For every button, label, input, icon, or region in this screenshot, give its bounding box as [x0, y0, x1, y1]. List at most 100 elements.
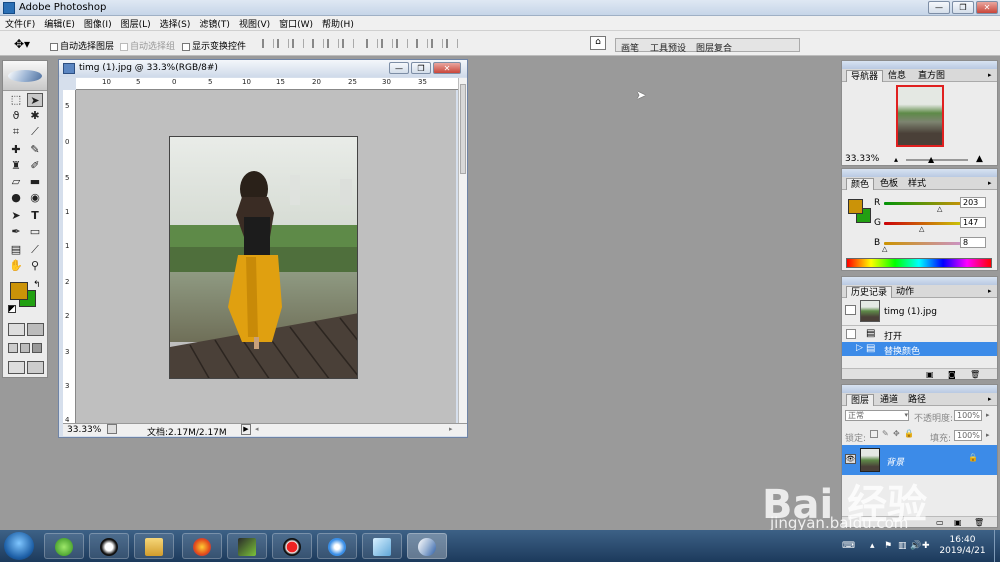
photo-image[interactable] — [169, 136, 358, 379]
distribute-bottom-icon[interactable] — [396, 39, 408, 48]
auto-select-layer-checkbox[interactable] — [50, 42, 58, 51]
panel-menu-arrow-icon[interactable]: ▸ — [988, 395, 992, 403]
gradient-tool-icon[interactable]: ▬ — [27, 175, 43, 189]
doc-minimize-button[interactable]: — — [389, 62, 409, 74]
quick-mask-mode-icon[interactable] — [27, 323, 44, 336]
default-colors-icon[interactable] — [8, 305, 16, 313]
tab-navigator[interactable]: 导航器 — [846, 70, 884, 82]
tray-input-icon[interactable]: ✚ — [922, 541, 930, 551]
layer-row-background[interactable]: 👁 背景 🔒 — [842, 445, 997, 475]
clone-stamp-tool-icon[interactable]: ♜ — [8, 159, 24, 173]
distribute-right-icon[interactable] — [446, 39, 458, 48]
taskbar-video-button[interactable] — [227, 533, 267, 559]
marquee-tool-icon[interactable]: ⬚ — [8, 93, 24, 107]
menu-file[interactable]: 文件(F) — [0, 16, 39, 30]
hscroll-right-arrow-icon[interactable]: ▸ — [449, 425, 453, 433]
color-spectrum-bar[interactable] — [846, 258, 992, 268]
panel-header[interactable] — [842, 169, 997, 177]
layer-visibility-eye-icon[interactable]: 👁 — [845, 454, 856, 464]
restore-button[interactable]: ❐ — [952, 1, 974, 14]
tab-swatches[interactable]: 色板 — [876, 178, 902, 190]
foreground-color-swatch[interactable] — [10, 282, 28, 300]
navigator-zoom-slider[interactable] — [906, 159, 968, 161]
brush-tool-icon[interactable]: ✎ — [27, 143, 43, 157]
magic-wand-tool-icon[interactable]: ✱ — [27, 109, 43, 123]
hscroll-left-arrow-icon[interactable]: ◂ — [255, 425, 259, 433]
tray-network-icon[interactable]: ▥ — [898, 541, 907, 551]
snapshot-thumbnail[interactable] — [860, 300, 880, 322]
palette-well-tab-layer-comps[interactable]: 图层复合 — [696, 41, 732, 54]
tray-flag-icon[interactable]: ⚑ — [884, 541, 892, 551]
align-top-icon[interactable] — [262, 39, 274, 48]
r-value-field[interactable]: 203 — [960, 197, 986, 208]
move-tool-preset-icon[interactable]: ✥▾ — [14, 37, 30, 51]
hand-tool-icon[interactable]: ✋ — [8, 259, 24, 273]
new-snapshot-icon[interactable]: ◙ — [948, 370, 956, 379]
document-title-bar[interactable]: timg (1).jpg @ 33.3%(RGB/8#) — ❐ ✕ — [59, 60, 467, 77]
align-bottom-icon[interactable] — [292, 39, 304, 48]
menu-help[interactable]: 帮助(H) — [317, 16, 358, 30]
tab-histogram[interactable]: 直方图 — [914, 70, 949, 82]
show-transform-checkbox[interactable] — [182, 42, 190, 51]
start-button-icon[interactable] — [4, 532, 34, 560]
jump-to-imageready-icon[interactable] — [27, 361, 44, 374]
new-document-from-state-icon[interactable]: ▣ — [926, 370, 934, 379]
screen-mode-full-menu-icon[interactable] — [20, 343, 30, 353]
fill-field[interactable]: 100% — [954, 430, 982, 441]
r-slider-thumb-icon[interactable]: △ — [937, 205, 942, 213]
zoom-tool-icon[interactable]: ⚲ — [27, 259, 43, 273]
panel-menu-arrow-icon[interactable]: ▸ — [988, 287, 992, 295]
vertical-scrollbar[interactable] — [458, 78, 467, 423]
g-slider-thumb-icon[interactable]: △ — [919, 225, 924, 233]
tab-color[interactable]: 颜色 — [846, 178, 875, 190]
taskbar-app-glass-button[interactable] — [362, 533, 402, 559]
menu-edit[interactable]: 编辑(E) — [39, 16, 79, 30]
tab-info[interactable]: 信息 — [884, 70, 910, 82]
history-item-open[interactable]: ▤ 打开 — [842, 328, 997, 342]
blend-mode-select[interactable]: 正常 ▾ — [845, 410, 909, 421]
show-transform-option[interactable]: 显示变换控件 — [182, 39, 246, 52]
tab-styles[interactable]: 样式 — [904, 178, 930, 190]
crop-tool-icon[interactable]: ⌗ — [8, 125, 24, 139]
minimize-button[interactable]: — — [928, 1, 950, 14]
history-brush-source-icon[interactable] — [845, 305, 856, 315]
tab-paths[interactable]: 路径 — [904, 394, 930, 406]
screen-mode-standard-icon[interactable] — [8, 343, 18, 353]
doc-restore-button[interactable]: ❐ — [411, 62, 431, 74]
navigator-thumbnail[interactable] — [896, 85, 944, 147]
path-selection-tool-icon[interactable]: ➤ — [8, 209, 24, 223]
distribute-top-icon[interactable] — [366, 39, 378, 48]
tab-history[interactable]: 历史记录 — [846, 286, 893, 298]
taskbar-recorder-button[interactable] — [272, 533, 312, 559]
menu-layer[interactable]: 图层(L) — [116, 16, 155, 30]
file-browser-icon[interactable]: ⌂ — [590, 36, 606, 50]
standard-mode-icon[interactable] — [8, 323, 25, 336]
snapshot-name[interactable]: timg (1).jpg — [884, 307, 937, 317]
panel-header[interactable] — [842, 61, 997, 69]
navigator-zoom[interactable]: 33.33% — [845, 154, 879, 164]
color-panel-foreground-swatch[interactable] — [848, 199, 863, 214]
move-tool-icon[interactable]: ➤ — [27, 93, 43, 107]
status-preview-icon[interactable] — [107, 424, 117, 434]
b-value-field[interactable]: 8 — [960, 237, 986, 248]
doc-close-button[interactable]: ✕ — [433, 62, 461, 74]
zoom-out-icon[interactable]: ▴ — [894, 155, 898, 164]
tray-keyboard-icon[interactable]: ⌨ — [842, 541, 855, 551]
swap-colors-icon[interactable]: ↰ — [33, 280, 41, 290]
lock-all-icon[interactable]: 🔒 — [904, 429, 914, 438]
dodge-tool-icon[interactable]: ◉ — [27, 191, 43, 205]
new-group-icon[interactable]: ▭ — [936, 518, 944, 527]
lock-position-icon[interactable]: ✥ — [893, 429, 900, 438]
taskbar-app-green-button[interactable] — [44, 533, 84, 559]
notes-tool-icon[interactable]: ▤ — [8, 243, 24, 257]
align-right-icon[interactable] — [342, 39, 354, 48]
screen-mode-full-icon[interactable] — [32, 343, 42, 353]
eraser-tool-icon[interactable]: ▱ — [8, 175, 24, 189]
pen-tool-icon[interactable]: ✒ — [8, 225, 24, 239]
taskbar-clock[interactable]: 16:40 2019/4/21 — [935, 535, 990, 557]
align-left-icon[interactable] — [312, 39, 324, 48]
g-value-field[interactable]: 147 — [960, 217, 986, 228]
distribute-vcenter-icon[interactable] — [381, 39, 393, 48]
tray-show-hidden-icon[interactable]: ▴ — [870, 541, 875, 551]
healing-brush-tool-icon[interactable]: ✚ — [8, 143, 24, 157]
